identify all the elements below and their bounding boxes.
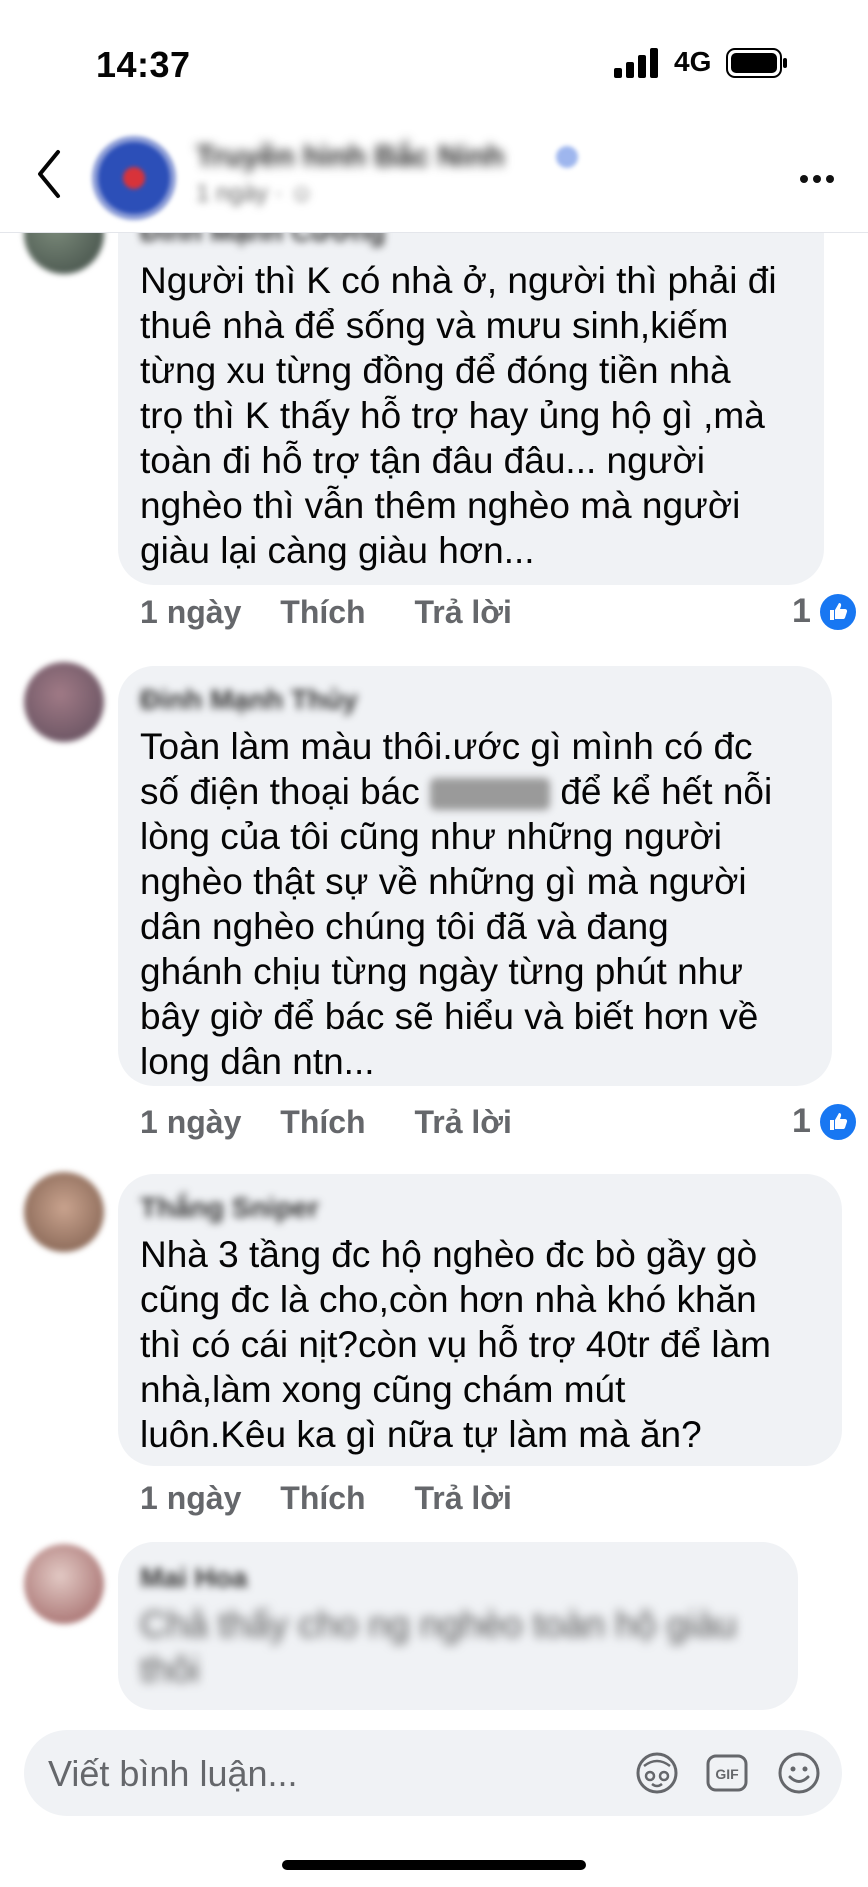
reaction-count[interactable]: 1 [792, 1102, 811, 1141]
comment-author[interactable]: Mai Hoa [140, 1562, 247, 1594]
comment-actions: 1 ngày Thích Trả lời [140, 594, 512, 631]
reply-button[interactable]: Trả lời [414, 1104, 511, 1140]
like-icon [818, 592, 858, 632]
svg-text:GIF: GIF [715, 1766, 739, 1782]
comment-input[interactable] [46, 1748, 610, 1800]
status-bar: 14:37 4G [0, 0, 868, 120]
like-button[interactable]: Thích [280, 1104, 365, 1140]
avatar-sticker-icon[interactable] [634, 1750, 680, 1796]
comment-text: Nhà 3 tầng đc hộ nghèo đc bò gầy gò cũng… [140, 1234, 771, 1455]
comment-time: 1 ngày [140, 594, 242, 630]
emoji-icon[interactable] [776, 1750, 822, 1796]
comment-text: Chả thấy cho ng nghèo toàn hộ giàu thôi [140, 1604, 737, 1690]
comment-list: Đinh Mạnh Cường Người thì K có nhà ở, ng… [0, 232, 868, 1712]
status-time: 14:37 [96, 44, 191, 85]
commenter-avatar[interactable] [24, 232, 104, 274]
commenter-avatar[interactable] [24, 1544, 104, 1624]
redacted-name [430, 778, 551, 811]
signal-icon [614, 48, 658, 78]
comment-author[interactable]: Đinh Mạnh Cường [140, 232, 385, 248]
like-icon [818, 1102, 858, 1142]
comment-actions: 1 ngày Thích Trả lời [140, 1480, 512, 1517]
commenter-avatar[interactable] [24, 1172, 104, 1252]
comment-author[interactable]: Thắng Sniper [140, 1192, 319, 1224]
reply-button[interactable]: Trả lời [414, 1480, 511, 1516]
comment-text: Người thì K có nhà ở, người thì phải đi … [140, 260, 777, 571]
post-header: Truyền hình Bắc Ninh 1 ngày · ☺ [0, 120, 868, 233]
comment-text: Toàn làm màu thôi.ước gì mình có đc số đ… [140, 726, 773, 1082]
reply-button[interactable]: Trả lời [414, 594, 511, 630]
comment-time: 1 ngày [140, 1480, 242, 1516]
page-avatar[interactable] [92, 136, 176, 220]
comment-time: 1 ngày [140, 1104, 242, 1140]
post-meta: 1 ngày · ☺ [196, 180, 314, 207]
battery-icon [726, 48, 787, 78]
comment-composer: GIF [24, 1730, 842, 1816]
comment-author[interactable]: Đinh Mạnh Thủy [140, 684, 358, 716]
network-type: 4G [674, 46, 712, 77]
like-button[interactable]: Thích [280, 1480, 365, 1516]
back-icon[interactable] [34, 148, 64, 200]
comment-actions: 1 ngày Thích Trả lời [140, 1104, 512, 1141]
home-indicator[interactable] [282, 1860, 586, 1870]
gif-icon[interactable]: GIF [704, 1750, 750, 1796]
commenter-avatar[interactable] [24, 662, 104, 742]
reaction-count[interactable]: 1 [792, 592, 811, 631]
more-icon[interactable] [800, 170, 840, 183]
page-name[interactable]: Truyền hình Bắc Ninh [196, 140, 536, 174]
like-button[interactable]: Thích [280, 594, 365, 630]
verified-icon [556, 146, 578, 168]
